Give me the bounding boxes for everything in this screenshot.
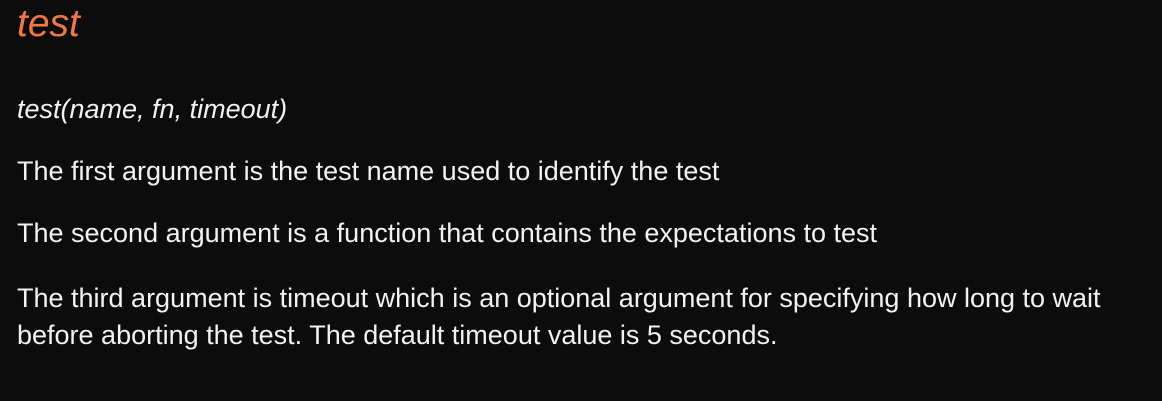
paragraph-first-argument: The first argument is the test name used…	[17, 156, 720, 186]
paragraph-third-argument: The third argument is timeout which is a…	[17, 283, 1101, 350]
slide: test test(name, fn, timeout) The first a…	[0, 0, 1162, 401]
paragraph-second-argument: The second argument is a function that c…	[17, 218, 878, 248]
slide-title: test	[17, 2, 80, 45]
function-signature: test(name, fn, timeout)	[17, 94, 288, 124]
